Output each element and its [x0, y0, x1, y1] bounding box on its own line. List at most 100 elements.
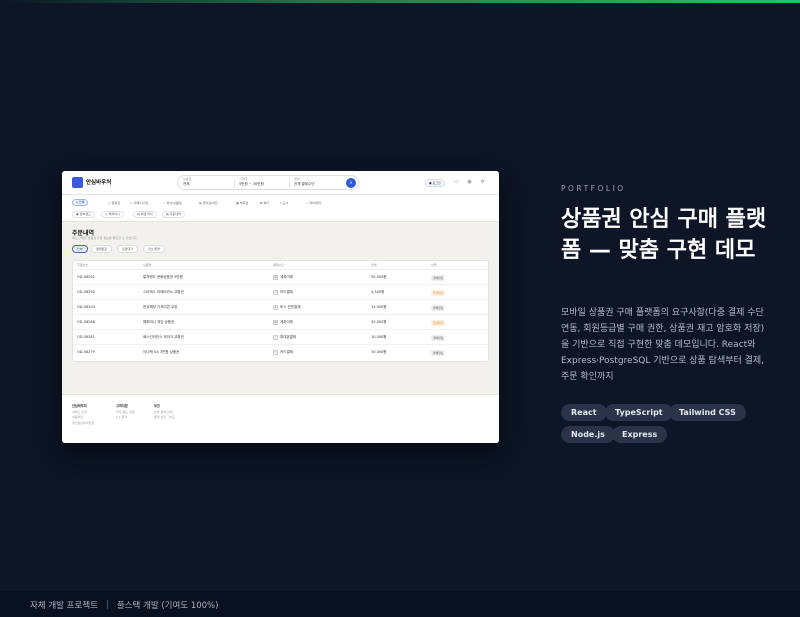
toss-icon: ◈	[273, 304, 278, 310]
tech-tag: Express	[612, 426, 668, 443]
logo-icon	[72, 177, 83, 188]
category-leisure[interactable]: ◇ 케어/레저	[306, 201, 321, 205]
payment-label: 토스 간편결제	[280, 305, 301, 309]
user-icon[interactable]: ◉	[466, 179, 473, 186]
category-label: 카페/디저트	[133, 201, 149, 205]
footer-col-company: 안심바우처 서비스 소개 이용약관 개인정보처리방침	[72, 404, 94, 426]
divider	[289, 179, 290, 188]
order-history-link[interactable]: ▤ 주문내역	[162, 211, 185, 218]
bank-icon: ▤	[273, 274, 278, 280]
category-label: 전체	[78, 200, 85, 204]
amount: 50,000원	[371, 275, 387, 279]
product-name: 이니텍 G4 3만원 상품권	[143, 350, 180, 354]
status-badge: 결제완료	[431, 305, 446, 311]
brand-book[interactable]: ▥ 북앤 라이	[133, 211, 157, 218]
category-dining[interactable]: ♨ 외식/상품권	[163, 201, 181, 205]
search-seg-value: 5만원 ~ 30만원	[239, 181, 264, 186]
order-id: OD-58291	[77, 275, 95, 279]
project-type: 자체 개발 프로젝트	[30, 601, 98, 611]
category-label: 도서	[282, 201, 289, 205]
search-seg-label: 결제	[294, 177, 300, 181]
category-books[interactable]: ▯ 도서	[280, 201, 288, 205]
search-bar[interactable]: 상품권 전체 가격대 5만원 ~ 30만원 결제 전체 결제수단 ⌕	[177, 175, 359, 190]
table-row[interactable]: OD-58288 해피머니 게임 상품권 ▤ 계좌이체 30,000원 입금대기	[73, 315, 488, 330]
status-badge: 결제완료	[431, 350, 446, 356]
brand-label: 컬쳐랜드	[79, 212, 91, 216]
category-label: 케어/레저	[309, 201, 322, 205]
category-beauty[interactable]: ✿ 뷰티	[260, 201, 269, 205]
category-label: 문화권	[111, 201, 121, 205]
table-header: 주문번호 상품명 결제수단 금액 상태	[73, 261, 488, 270]
brand-happymoney[interactable]: ◎ 해피머니	[101, 211, 124, 218]
filter-tab-paid[interactable]: 결제완료	[91, 245, 113, 253]
mock-footer: 안심바우처 서비스 소개 이용약관 개인정보처리방침 고객지원 자주 묻는 질문…	[62, 394, 499, 443]
col-header: 주문번호	[77, 263, 89, 267]
table-row[interactable]: OD-58294 한국해양 기프티콘 쿠폰 ◈ 토스 간편결제 15,000원 결…	[73, 300, 488, 315]
category-bar: ⌂ 전체 ▢ 문화권 ☕ 카페/디저트 ♨ 외식/상품권 ▤ 편의점/마트 ▦ …	[62, 195, 499, 222]
eyebrow-label: PORTFOLIO	[561, 184, 626, 193]
product-name: 스타벅스 아메리카노 교환권	[143, 290, 184, 294]
category-label: 뷰티	[263, 201, 269, 205]
footer-col-security: 보안 보안 정책 안내 결제 보안 가이드	[154, 404, 175, 421]
status-badge: 입금대기	[431, 320, 446, 326]
payment-label: 계좌이체	[280, 275, 293, 279]
search-icon[interactable]: ⌕	[346, 178, 356, 188]
category-culture[interactable]: ▢ 문화권	[108, 201, 120, 205]
phone-icon: ▯	[273, 334, 278, 340]
amount: 30,000원	[371, 350, 387, 354]
category-label: 편의점/마트	[202, 201, 218, 205]
search-seg-payment[interactable]: 결제 전체 결제수단	[294, 177, 314, 186]
cart-icon[interactable]: ▭	[453, 179, 460, 186]
footer-link[interactable]: 1:1 문의	[116, 415, 134, 421]
footer-col-support: 고객지원 자주 묻는 질문 1:1 문의	[116, 404, 134, 421]
project-description: 모바일 상품권 구매 플랫폼의 요구사항(다중 결제 수단 연동, 회원등급별 …	[561, 308, 765, 382]
tech-tag: React	[561, 404, 607, 421]
category-department[interactable]: ▦ 백화점	[236, 201, 248, 205]
footer-link[interactable]: 결제 보안 가이드	[154, 415, 175, 421]
filter-tab-refund[interactable]: 취소/환불	[143, 245, 166, 253]
payment-method: ▭ 카드결제	[273, 345, 293, 360]
search-seg-price[interactable]: 가격대 5만원 ~ 30만원	[239, 177, 264, 186]
order-id: OD-58290	[77, 290, 95, 294]
login-button[interactable]: ● 로그인	[425, 179, 445, 187]
payment-method: ▭ 카드결제	[273, 285, 293, 300]
brand-label: 북앤 라이	[140, 212, 153, 216]
footer-note: 자체 개발 프로젝트 | 풀스택 개발 (기여도 100%)	[30, 598, 218, 612]
project-title: 상품권 안심 구매 플랫폼 — 맞춤 구현 데모	[561, 207, 767, 263]
payment-label: 계좌이체	[280, 320, 293, 324]
table-row[interactable]: OD-58290 스타벅스 아메리카노 교환권 ▭ 카드결제 4,500원 입금대…	[73, 285, 488, 300]
search-seg-label: 상품권	[183, 177, 192, 181]
brand-cultureland[interactable]: ▣ 컬쳐랜드	[72, 211, 95, 218]
mock-logo[interactable]: 안심바우처	[86, 178, 111, 186]
order-id: OD-58279	[77, 350, 95, 354]
col-header: 금액	[371, 263, 377, 267]
search-seg-label: 가격대	[239, 177, 248, 181]
category-all[interactable]: ⌂ 전체	[72, 199, 89, 206]
product-name: 컬쳐랜드 문화상품권 5만원	[143, 275, 183, 279]
payment-method: ◈ 토스 간편결제	[273, 300, 300, 315]
col-header: 상품명	[143, 263, 152, 267]
payment-label: 휴대폰결제	[280, 335, 297, 339]
search-seg-product[interactable]: 상품권 전체	[183, 177, 192, 186]
project-role: 풀스택 개발 (기여도 100%)	[116, 601, 219, 611]
divider	[234, 179, 235, 188]
table-row[interactable]: OD-58281 배스킨라빈스 케이크 교환권 ▯ 휴대폰결제 10,000원 결…	[73, 330, 488, 345]
bank-icon: ▤	[273, 319, 278, 325]
gear-icon[interactable]: ✲	[479, 179, 486, 186]
status-badge: 결제완료	[431, 335, 446, 341]
product-name: 한국해양 기프티콘 쿠폰	[143, 305, 178, 309]
payment-method: ▤ 계좌이체	[273, 315, 293, 330]
product-name: 배스킨라빈스 케이크 교환권	[143, 335, 184, 339]
status-badge: 결제완료	[431, 275, 446, 281]
filter-tab-pending[interactable]: 입금대기	[117, 245, 139, 253]
category-convenience[interactable]: ▤ 편의점/마트	[199, 201, 218, 205]
table-row[interactable]: OD-58279 이니텍 G4 3만원 상품권 ▭ 카드결제 30,000원 결제…	[73, 345, 488, 360]
table-row[interactable]: OD-58291 컬쳐랜드 문화상품권 5만원 ▤ 계좌이체 50,000원 결제…	[73, 270, 488, 285]
order-id: OD-58281	[77, 335, 95, 339]
col-header: 상태	[431, 263, 437, 267]
orders-table: 주문번호 상품명 결제수단 금액 상태 OD-58291 컬쳐랜드 문화상품권 …	[72, 260, 489, 362]
filter-tab-all[interactable]: 전체	[72, 245, 88, 253]
order-id: OD-58288	[77, 320, 95, 324]
category-cafe[interactable]: ☕ 카페/디저트	[130, 201, 148, 205]
footer-link[interactable]: 개인정보처리방침	[72, 421, 94, 427]
